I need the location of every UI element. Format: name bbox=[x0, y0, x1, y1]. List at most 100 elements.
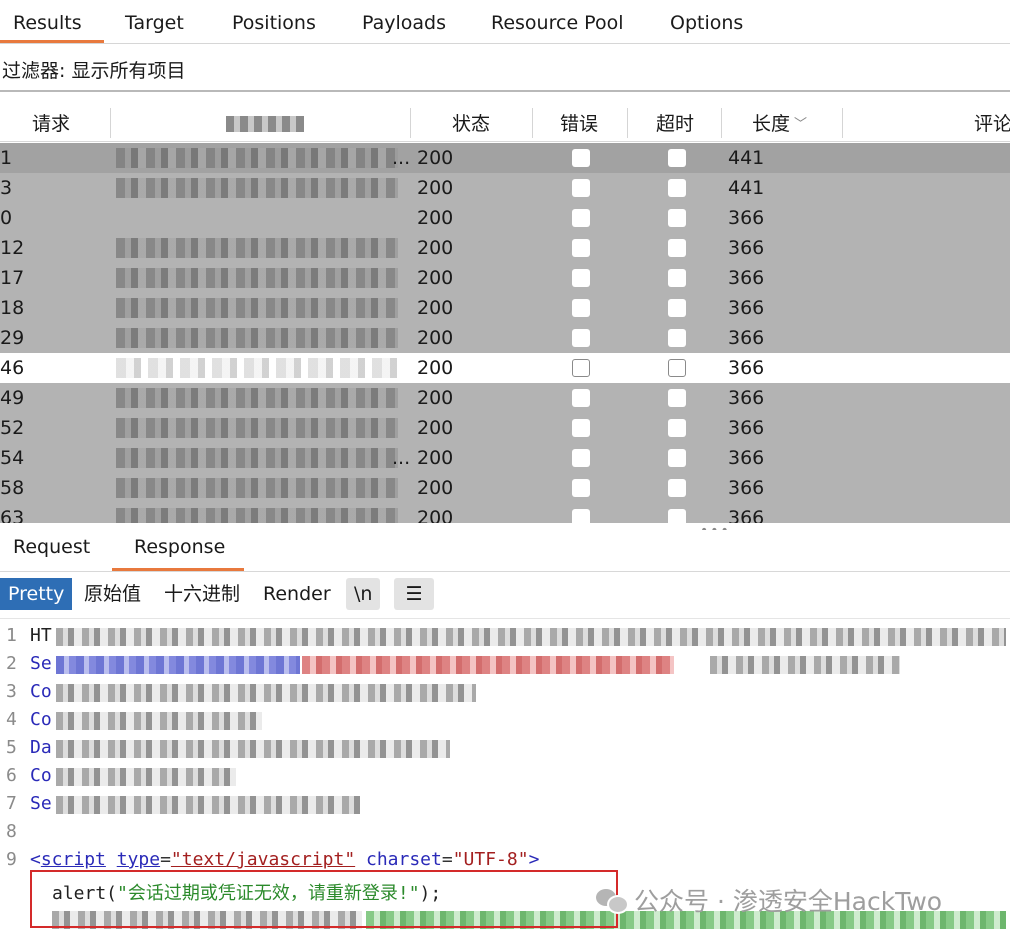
error-checkbox bbox=[572, 269, 590, 287]
table-row[interactable]: 12 200 366 bbox=[0, 233, 1010, 263]
redacted-payload bbox=[116, 508, 398, 523]
timeout-checkbox bbox=[668, 149, 686, 167]
row-status: 200 bbox=[417, 267, 454, 289]
attr-equals: = bbox=[160, 849, 171, 870]
truncation-ellipsis: ... bbox=[392, 447, 411, 469]
row-status: 200 bbox=[417, 327, 454, 349]
line-number: 4 bbox=[6, 709, 17, 730]
wechat-icon bbox=[596, 887, 629, 914]
row-status: 200 bbox=[417, 357, 454, 379]
tab-request[interactable]: Request bbox=[13, 536, 90, 558]
table-row[interactable]: 52 200 366 bbox=[0, 413, 1010, 443]
timeout-checkbox bbox=[668, 449, 686, 467]
row-status: 200 bbox=[417, 297, 454, 319]
view-hex-button[interactable]: 十六进制 bbox=[156, 578, 248, 610]
tag-bracket: < bbox=[30, 849, 41, 870]
timeout-checkbox bbox=[668, 209, 686, 227]
table-row-selected[interactable]: 46 200 366 bbox=[0, 353, 1010, 383]
col-separator[interactable] bbox=[532, 108, 533, 138]
table-row[interactable]: 17 200 366 bbox=[0, 263, 1010, 293]
timeout-checkbox bbox=[668, 179, 686, 197]
table-row[interactable]: 49 200 366 bbox=[0, 383, 1010, 413]
table-row[interactable]: 29 200 366 bbox=[0, 323, 1010, 353]
tab-results[interactable]: Results bbox=[13, 0, 82, 44]
line-number: 5 bbox=[6, 737, 17, 758]
col-separator[interactable] bbox=[627, 108, 628, 138]
code-line-4: Co bbox=[30, 709, 52, 730]
filter-bar[interactable]: 过滤器: 显示所有项目 bbox=[0, 48, 1010, 92]
table-row[interactable]: 63 200 366 bbox=[0, 503, 1010, 523]
view-render-button[interactable]: Render bbox=[255, 578, 339, 610]
row-length: 366 bbox=[728, 387, 765, 409]
row-request-id: 52 bbox=[0, 417, 25, 439]
error-checkbox bbox=[572, 449, 590, 467]
error-checkbox bbox=[572, 299, 590, 317]
error-checkbox bbox=[572, 239, 590, 257]
show-newlines-button[interactable]: \n bbox=[346, 578, 381, 610]
col-separator[interactable] bbox=[721, 108, 722, 138]
redacted-payload bbox=[116, 478, 398, 498]
row-length: 366 bbox=[728, 417, 765, 439]
col-separator[interactable] bbox=[110, 108, 111, 138]
error-checkbox bbox=[572, 179, 590, 197]
col-header-timeout[interactable]: 超时 bbox=[656, 104, 694, 142]
tab-payloads[interactable]: Payloads bbox=[362, 0, 446, 44]
tab-options[interactable]: Options bbox=[670, 0, 743, 44]
row-length: 366 bbox=[728, 327, 765, 349]
filter-label: 过滤器: 显示所有项目 bbox=[2, 60, 186, 82]
row-status: 200 bbox=[417, 237, 454, 259]
table-row[interactable]: 58 200 366 bbox=[0, 473, 1010, 503]
col-header-length[interactable]: 长度 ﹀ bbox=[752, 104, 807, 142]
col-separator[interactable] bbox=[842, 108, 843, 138]
highlight-annotation-box bbox=[30, 870, 618, 928]
watermark: 公众号 · 渗透安全HackTwo bbox=[596, 882, 942, 918]
row-request-id: 0 bbox=[0, 207, 13, 229]
code-line-1: HT bbox=[30, 625, 52, 646]
view-pretty-button[interactable]: Pretty bbox=[0, 578, 73, 610]
tab-response[interactable]: Response bbox=[134, 536, 225, 558]
table-row[interactable]: 1 ... 200 441 bbox=[0, 143, 1010, 173]
table-row[interactable]: 0 200 366 bbox=[0, 203, 1010, 233]
row-status: 200 bbox=[417, 507, 454, 523]
redacted-payload bbox=[116, 448, 398, 468]
row-request-id: 1 bbox=[0, 147, 13, 169]
active-subtab-indicator bbox=[112, 568, 244, 571]
row-length: 366 bbox=[728, 237, 765, 259]
view-raw-button[interactable]: 原始值 bbox=[76, 578, 149, 610]
row-request-id: 18 bbox=[0, 297, 25, 319]
line-number: 1 bbox=[6, 625, 17, 646]
col-header-status[interactable]: 状态 bbox=[452, 104, 490, 142]
row-length: 441 bbox=[728, 147, 765, 169]
col-header-error[interactable]: 错误 bbox=[560, 104, 598, 142]
line-number: 2 bbox=[6, 653, 17, 674]
col-header-request[interactable]: 请求 bbox=[32, 104, 70, 142]
redacted-code bbox=[56, 684, 476, 702]
menu-icon[interactable]: ☰ bbox=[394, 578, 434, 610]
row-length: 366 bbox=[728, 357, 765, 379]
line-number: 6 bbox=[6, 765, 17, 786]
row-length: 366 bbox=[728, 207, 765, 229]
row-status: 200 bbox=[417, 387, 454, 409]
table-row[interactable]: 3 200 441 bbox=[0, 173, 1010, 203]
tab-target[interactable]: Target bbox=[125, 0, 184, 44]
row-status: 200 bbox=[417, 207, 454, 229]
line-number: 7 bbox=[6, 793, 17, 814]
timeout-checkbox bbox=[668, 479, 686, 497]
table-row[interactable]: 18 200 366 bbox=[0, 293, 1010, 323]
error-checkbox bbox=[572, 359, 590, 377]
top-tab-bar: Results Target Positions Payloads Resour… bbox=[0, 0, 1010, 44]
row-length: 366 bbox=[728, 507, 765, 523]
table-row[interactable]: 54 ... 200 366 bbox=[0, 443, 1010, 473]
sort-descending-icon: ﹀ bbox=[794, 117, 808, 132]
col-header-comment[interactable]: 评论 bbox=[974, 104, 1010, 142]
row-request-id: 12 bbox=[0, 237, 25, 259]
row-status: 200 bbox=[417, 177, 454, 199]
tab-resource-pool[interactable]: Resource Pool bbox=[491, 0, 623, 44]
request-response-tabs: Request Response bbox=[0, 530, 1010, 572]
timeout-checkbox bbox=[668, 509, 686, 523]
tag-name: script bbox=[40, 849, 106, 870]
line-number: 8 bbox=[6, 821, 17, 842]
col-separator[interactable] bbox=[410, 108, 411, 138]
redacted-payload bbox=[116, 328, 398, 348]
tab-positions[interactable]: Positions bbox=[232, 0, 316, 44]
